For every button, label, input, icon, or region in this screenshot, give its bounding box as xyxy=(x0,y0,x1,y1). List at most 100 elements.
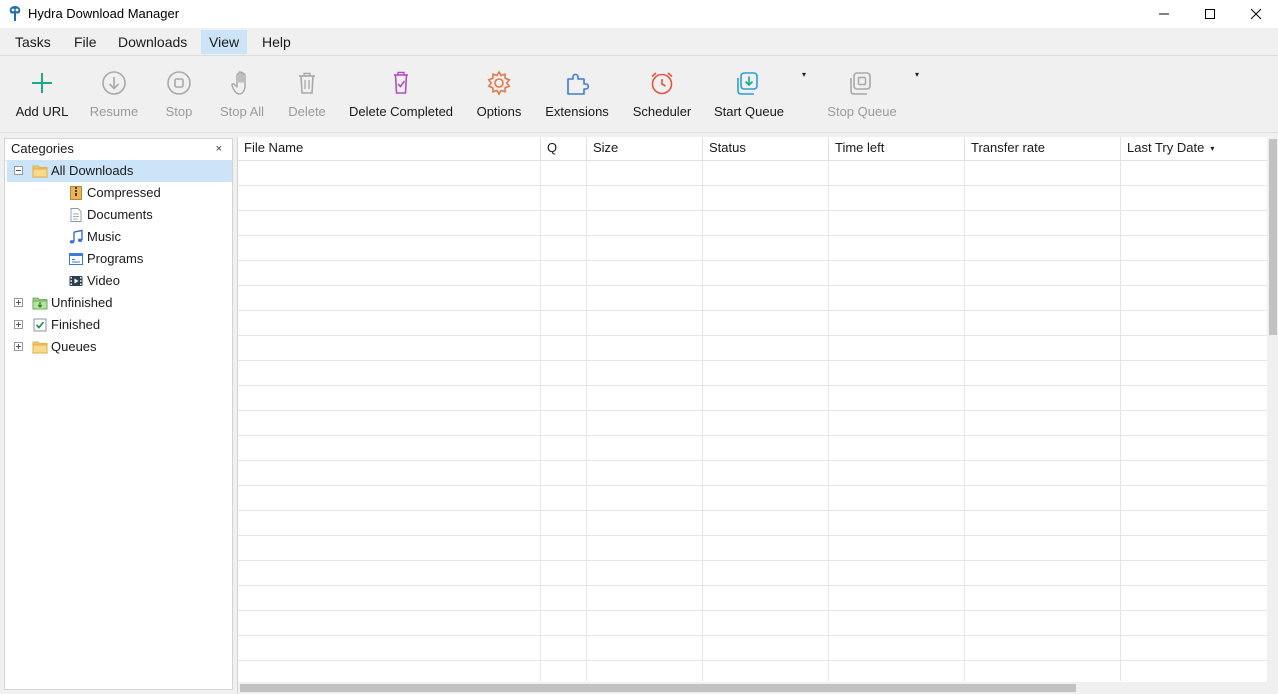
minimize-icon xyxy=(1159,13,1169,15)
window-title: Hydra Download Manager xyxy=(28,6,180,21)
horizontal-scrollbar-thumb[interactable] xyxy=(240,684,1076,692)
column-header-file-name[interactable]: File Name xyxy=(238,137,541,161)
table-row xyxy=(238,511,1267,536)
table-row xyxy=(238,536,1267,561)
table-row xyxy=(238,661,1267,681)
expand-icon[interactable] xyxy=(14,320,23,329)
column-label-time-left: Time left xyxy=(835,140,885,155)
column-divider xyxy=(964,161,965,681)
column-header-time-left[interactable]: Time left xyxy=(829,137,965,161)
puzzle-icon xyxy=(567,73,590,95)
tree-item-documents[interactable]: Documents xyxy=(7,204,232,226)
column-header-status[interactable]: Status xyxy=(703,137,829,161)
table-body xyxy=(238,161,1267,681)
tree-item-compressed[interactable]: Compressed xyxy=(7,182,232,204)
categories-panel: Categories × All Downloads Compressed Do… xyxy=(4,138,233,690)
stop-icon xyxy=(167,71,191,95)
start-queue-button[interactable]: Start Queue xyxy=(708,57,790,133)
column-divider xyxy=(586,161,587,681)
column-header-size[interactable]: Size xyxy=(587,137,703,161)
start-queue-dropdown[interactable]: ▾ xyxy=(802,70,806,79)
scheduler-button[interactable]: Scheduler xyxy=(628,57,696,133)
table-row xyxy=(238,411,1267,436)
tree-label-compressed: Compressed xyxy=(87,185,161,200)
add-url-button[interactable]: Add URL xyxy=(10,57,74,133)
expand-icon[interactable] xyxy=(14,298,23,307)
menu-help[interactable]: Help xyxy=(254,30,299,54)
categories-header: Categories × xyxy=(5,139,232,161)
toolbar: Add URL Resume Stop Stop All Delete Dele… xyxy=(0,57,1278,133)
tree-label-programs: Programs xyxy=(87,251,144,266)
app-window: Hydra Download Manager Tasks File Downlo… xyxy=(0,0,1278,694)
stop-all-button[interactable]: Stop All xyxy=(212,57,272,133)
table-header: File Name Q Size Status Time left Transf… xyxy=(238,137,1267,161)
program-window-icon xyxy=(69,253,83,265)
menu-downloads[interactable]: Downloads xyxy=(110,30,195,54)
tree-item-video[interactable]: Video xyxy=(7,270,232,292)
trash-check-icon xyxy=(394,71,408,94)
extensions-button[interactable]: Extensions xyxy=(540,57,614,133)
trash-icon xyxy=(299,72,315,94)
table-row xyxy=(238,311,1267,336)
delete-completed-button[interactable]: Delete Completed xyxy=(342,57,460,133)
stop-button[interactable]: Stop xyxy=(152,57,206,133)
menu-tasks[interactable]: Tasks xyxy=(7,30,59,54)
title-bar: Hydra Download Manager xyxy=(0,0,1278,28)
maximize-icon xyxy=(1205,9,1215,19)
tree-item-queues[interactable]: Queues xyxy=(7,336,232,358)
options-button[interactable]: Options xyxy=(470,57,528,133)
column-header-last-try-date[interactable]: Last Try Date ▾ xyxy=(1121,137,1267,161)
plus-icon xyxy=(32,73,52,93)
archive-icon xyxy=(70,186,82,200)
table-row xyxy=(238,386,1267,411)
queue-download-icon xyxy=(737,72,758,95)
table-row xyxy=(238,161,1267,186)
table-row xyxy=(238,236,1267,261)
column-divider xyxy=(1120,161,1121,681)
tree-item-finished[interactable]: Finished xyxy=(7,314,232,336)
resume-label: Resume xyxy=(89,104,139,119)
resume-button[interactable]: Resume xyxy=(82,57,146,133)
scrollbar-corner xyxy=(1267,682,1278,694)
expand-icon[interactable] xyxy=(14,342,23,351)
film-icon xyxy=(69,276,83,286)
tree-label-finished: Finished xyxy=(51,317,101,332)
collapse-icon[interactable] xyxy=(14,166,23,175)
delete-completed-label: Delete Completed xyxy=(348,104,454,119)
column-header-transfer-rate[interactable]: Transfer rate xyxy=(965,137,1121,161)
column-header-q[interactable]: Q xyxy=(541,137,587,161)
horizontal-scrollbar[interactable] xyxy=(238,682,1267,694)
stop-queue-dropdown[interactable]: ▾ xyxy=(915,70,919,79)
delete-button[interactable]: Delete xyxy=(280,57,334,133)
column-divider xyxy=(702,161,703,681)
column-label-transfer-rate: Transfer rate xyxy=(971,140,1045,155)
tree-item-programs[interactable]: Programs xyxy=(7,248,232,270)
options-label: Options xyxy=(476,104,522,119)
tree-item-music[interactable]: Music xyxy=(7,226,232,248)
hand-icon xyxy=(231,71,246,95)
scheduler-label: Scheduler xyxy=(632,104,692,119)
finished-check-icon xyxy=(33,318,47,332)
music-note-icon xyxy=(69,229,83,244)
tree-label-video: Video xyxy=(87,273,121,288)
table-row xyxy=(238,636,1267,661)
close-button[interactable] xyxy=(1233,0,1278,28)
stop-queue-button[interactable]: Stop Queue xyxy=(820,57,904,133)
vertical-scrollbar-thumb[interactable] xyxy=(1269,139,1277,335)
tree-label-queues: Queues xyxy=(51,339,97,354)
maximize-button[interactable] xyxy=(1187,0,1233,28)
menu-view[interactable]: View xyxy=(201,30,248,54)
folder-icon xyxy=(32,165,48,178)
table-row xyxy=(238,261,1267,286)
tree-item-unfinished[interactable]: Unfinished xyxy=(7,292,232,314)
categories-close-button[interactable]: × xyxy=(216,139,222,159)
unfinished-folder-icon xyxy=(32,297,48,310)
alarm-clock-icon xyxy=(651,72,673,95)
tree-label-documents: Documents xyxy=(87,207,153,222)
table-row xyxy=(238,186,1267,211)
minimize-button[interactable] xyxy=(1141,0,1187,28)
vertical-scrollbar[interactable] xyxy=(1267,137,1278,682)
tree-item-all-downloads[interactable]: All Downloads xyxy=(7,160,232,182)
menu-file[interactable]: File xyxy=(66,30,105,54)
delete-label: Delete xyxy=(288,104,326,119)
